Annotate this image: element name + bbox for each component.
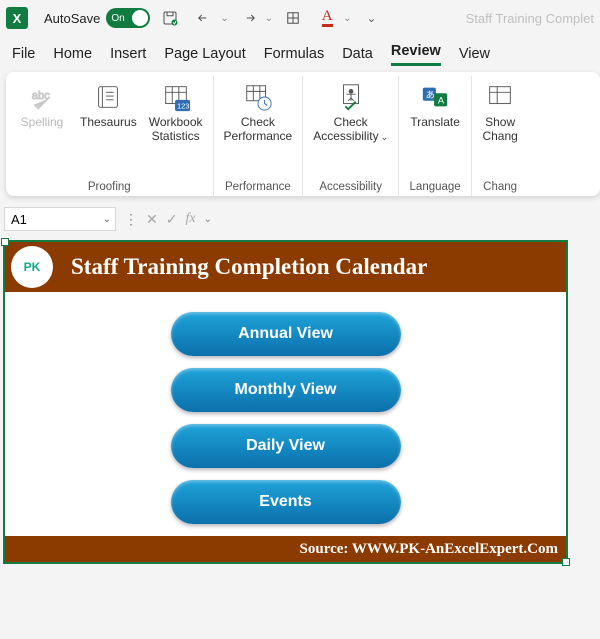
group-label-proofing: Proofing [88,181,131,196]
workbook-statistics-button[interactable]: 123 Workbook Statistics [145,78,207,146]
thesaurus-icon [91,80,125,114]
tab-review[interactable]: Review [391,43,441,66]
enter-icon[interactable]: ✓ [166,211,178,228]
show-changes-button[interactable]: Show Chang [478,78,522,146]
thesaurus-button[interactable]: Thesaurus [76,78,141,132]
events-button[interactable]: Events [171,480,401,524]
group-accessibility: Check Accessibility⌄ Accessibility [303,76,399,196]
group-label-language: Language [410,181,461,196]
svg-text:123: 123 [177,101,190,110]
tab-view[interactable]: View [459,46,490,66]
svg-text:あ: あ [426,90,435,100]
sheet-area: PK Staff Training Completion Calendar An… [0,240,600,564]
tab-data[interactable]: Data [342,46,373,66]
borders-icon[interactable] [279,4,307,32]
show-changes-icon [483,80,517,114]
chevron-down-icon[interactable]: ⌄ [103,214,111,225]
qat-overflow-icon[interactable]: ⌄ [358,4,386,32]
check-performance-icon [241,80,275,114]
sheet-header-bar: PK Staff Training Completion Calendar [5,242,566,292]
separator: ⋮ [120,211,142,228]
font-color-dropdown-icon[interactable]: ⌄ [343,13,351,24]
sheet-footer: Source: WWW.PK-AnExcelExpert.Com [5,536,566,562]
workbook-statistics-icon: 123 [159,80,193,114]
check-accessibility-button[interactable]: Check Accessibility⌄ [309,78,392,146]
formula-buttons: ✕ ✓ fx ⌄ [146,211,212,228]
chevron-down-icon: ⌄ [381,132,389,142]
spelling-icon: abc [25,80,59,114]
group-label-changes: Chang [483,181,517,196]
group-performance: Check Performance Performance [214,76,304,196]
titlebar: AutoSave On ⌄ ⌄ A ⌄ ⌄ Staff Training Com… [0,0,600,36]
ribbon: abc Spelling Thesaurus 123 Workbook Stat… [6,72,600,196]
autosave-label: AutoSave [44,11,100,26]
check-accessibility-icon [334,80,368,114]
group-language: あA Translate Language [399,76,472,196]
tab-formulas[interactable]: Formulas [264,46,324,66]
sheet-body: Annual View Monthly View Daily View Even… [5,292,566,536]
group-label-accessibility: Accessibility [319,181,382,196]
group-label-performance: Performance [225,181,291,196]
check-performance-button[interactable]: Check Performance [220,78,297,146]
translate-button[interactable]: あA Translate [405,78,465,132]
daily-view-button[interactable]: Daily View [171,424,401,468]
spelling-button[interactable]: abc Spelling [12,78,72,132]
undo-dropdown-icon[interactable]: ⌄ [220,13,228,24]
save-icon[interactable] [156,4,184,32]
tab-home[interactable]: Home [53,46,92,66]
tab-insert[interactable]: Insert [110,46,146,66]
chevron-down-icon[interactable]: ⌄ [204,214,212,225]
annual-view-button[interactable]: Annual View [171,312,401,356]
autosave-state: On [111,13,124,24]
svg-text:A: A [438,96,445,106]
selected-shape[interactable]: PK Staff Training Completion Calendar An… [3,240,568,564]
tab-page-layout[interactable]: Page Layout [164,46,245,66]
fx-icon[interactable]: fx [185,211,195,227]
group-proofing: abc Spelling Thesaurus 123 Workbook Stat… [6,76,214,196]
formula-input[interactable] [216,207,600,231]
sheet-header-title: Staff Training Completion Calendar [71,254,427,280]
tab-file[interactable]: File [12,46,35,66]
name-box[interactable]: A1 ⌄ [4,207,116,231]
doc-title: Staff Training Complet [466,11,594,26]
font-color-icon[interactable]: A [313,4,341,32]
group-changes: Show Chang Chang [472,76,528,196]
monthly-view-button[interactable]: Monthly View [171,368,401,412]
autosave-toggle[interactable]: On [106,8,150,28]
ribbon-tabs: File Home Insert Page Layout Formulas Da… [0,36,600,66]
excel-logo-icon [6,7,28,29]
formula-bar: A1 ⌄ ⋮ ✕ ✓ fx ⌄ [0,204,600,234]
cancel-icon[interactable]: ✕ [146,211,158,228]
redo-dropdown-icon[interactable]: ⌄ [265,13,273,24]
translate-icon: あA [418,80,452,114]
pk-logo-icon: PK [11,246,53,288]
redo-icon[interactable] [235,4,263,32]
undo-icon[interactable] [190,4,218,32]
